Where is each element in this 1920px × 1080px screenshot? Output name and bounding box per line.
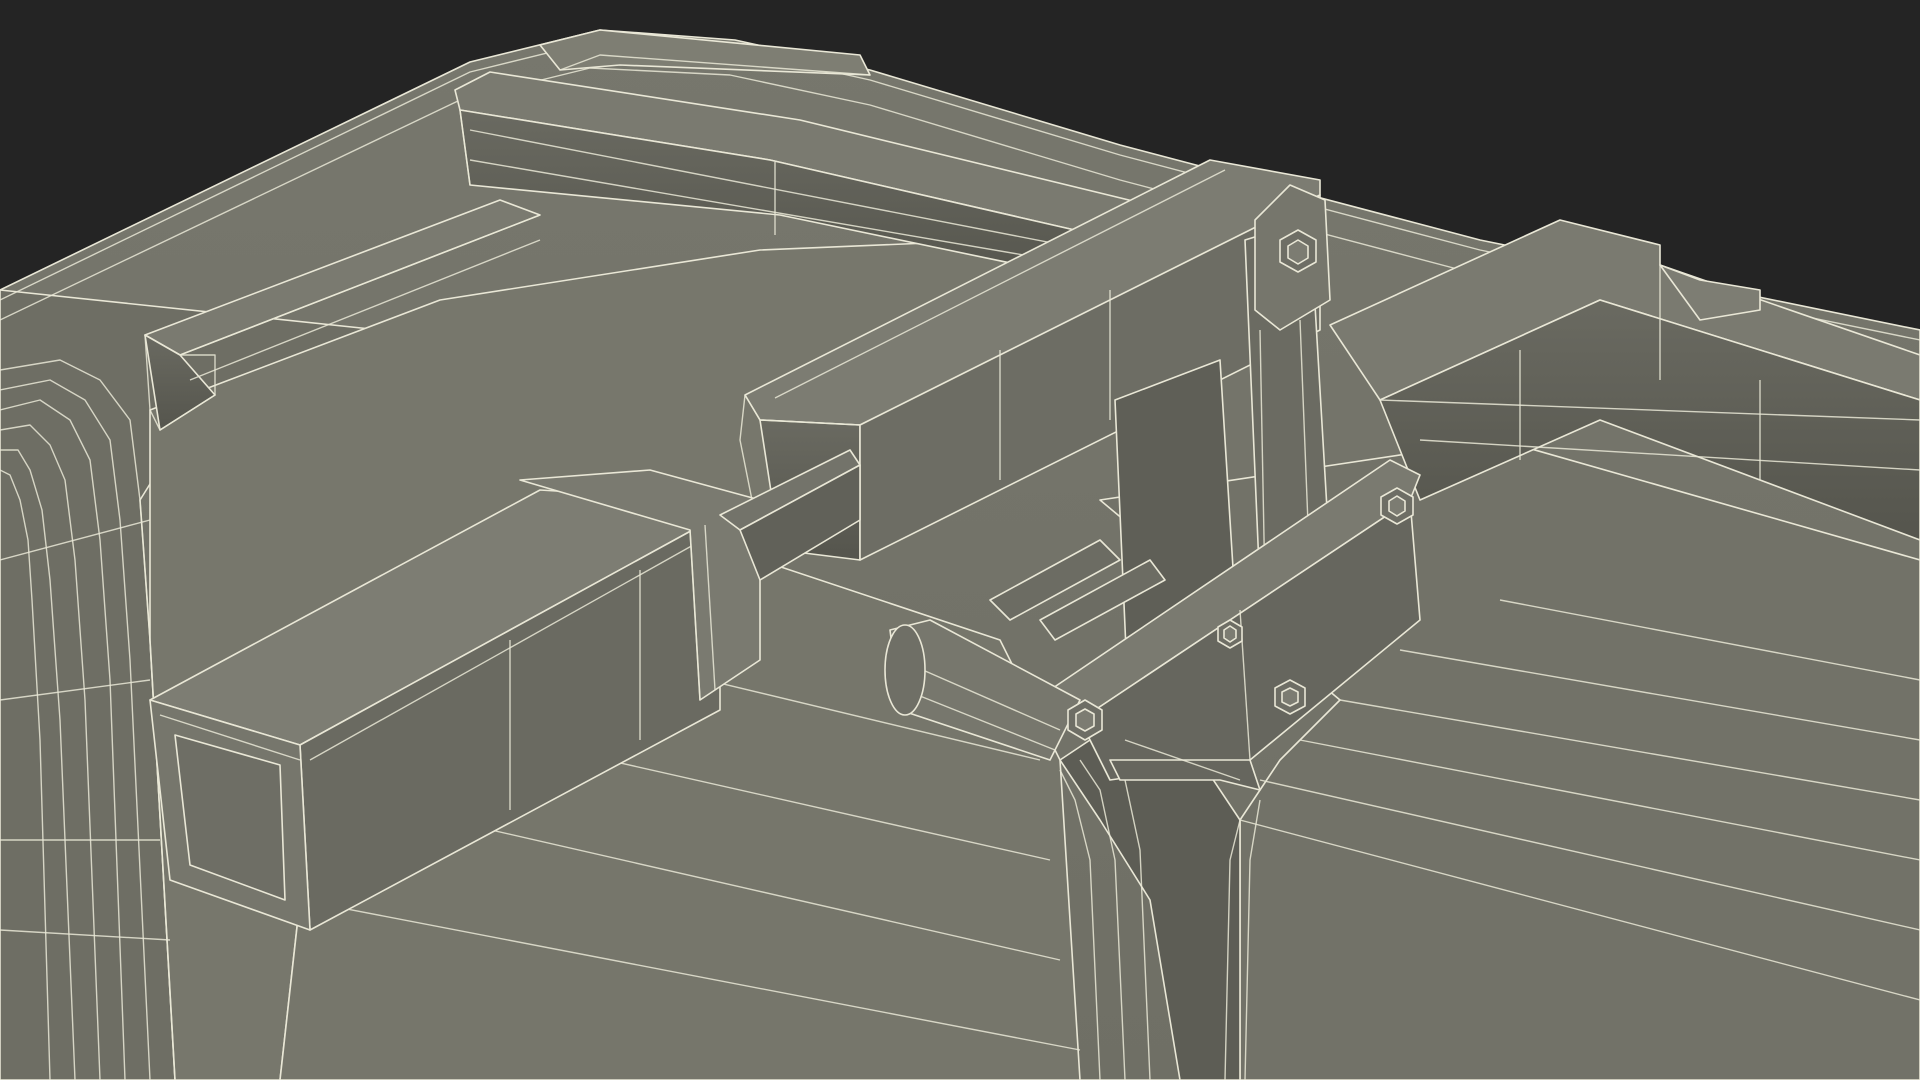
hex-nut-inner <box>1223 625 1237 643</box>
wireframe-scene <box>0 0 1920 1080</box>
render-viewport <box>0 0 1920 1080</box>
bolt-right <box>1380 487 1414 525</box>
hex-nut-inner <box>1287 239 1309 265</box>
hex-nut-inner <box>1075 708 1095 732</box>
roller-end <box>884 624 926 716</box>
hex-nut-inner <box>1388 495 1406 517</box>
bolt-mid <box>1217 619 1243 649</box>
bolt-lower-right <box>1274 679 1306 715</box>
bolt-top <box>1279 229 1317 273</box>
hex-nut-inner <box>1281 687 1299 707</box>
